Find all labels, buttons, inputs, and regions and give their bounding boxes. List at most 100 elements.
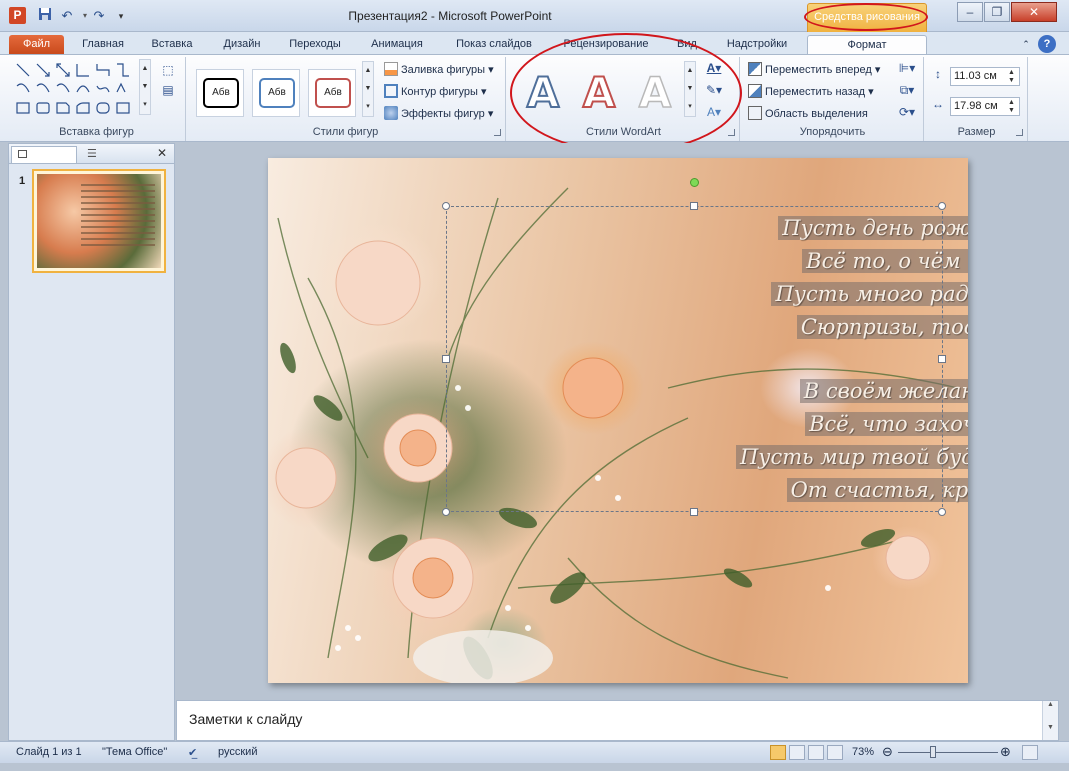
resize-handle-bottom[interactable] bbox=[690, 508, 698, 516]
width-field[interactable]: 17.98 см ▲ ▼ bbox=[950, 97, 1020, 116]
shape-style-3-sample: Абв bbox=[315, 78, 351, 108]
shape-style-1-sample: Абв bbox=[203, 78, 239, 108]
shape-fill-icon bbox=[384, 62, 398, 76]
shapes-gallery[interactable] bbox=[14, 61, 146, 121]
text-box-icon[interactable]: ▤ bbox=[160, 83, 176, 97]
tab-design[interactable]: Дизайн bbox=[212, 35, 272, 54]
tab-addins[interactable]: Надстройки bbox=[716, 35, 798, 54]
window-title: Презентация2 - Microsoft PowerPoint bbox=[348, 9, 552, 23]
resize-handle-top-left[interactable] bbox=[442, 202, 450, 210]
resize-handle-bottom-right[interactable] bbox=[938, 508, 946, 516]
tab-outline-icon[interactable]: ☰ bbox=[87, 147, 97, 160]
resize-handle-top-right[interactable] bbox=[938, 202, 946, 210]
highlight-ellipse bbox=[804, 3, 928, 31]
tab-slides[interactable] bbox=[11, 146, 77, 163]
rotate-icon[interactable]: ⟳▾ bbox=[896, 105, 918, 119]
send-backward-icon bbox=[748, 84, 762, 98]
slide-counter: Слайд 1 из 1 bbox=[16, 746, 82, 758]
group-size: ↕ 11.03 см ▲ ▼ ↔ 17.98 см ▲ ▼ Размер bbox=[926, 57, 1028, 141]
shape-effects-icon bbox=[384, 106, 398, 120]
group-label-arrange: Упорядочить bbox=[799, 126, 866, 138]
rotation-handle[interactable] bbox=[690, 178, 699, 187]
tab-file[interactable]: Файл bbox=[9, 35, 64, 54]
window-frame-bottom bbox=[0, 763, 1069, 771]
shape-styles-scroll[interactable]: ▲ ▼ ▾ bbox=[362, 61, 374, 117]
edit-shape-icon[interactable]: ⬚ bbox=[160, 63, 176, 77]
resize-handle-bottom-left[interactable] bbox=[442, 508, 450, 516]
shape-outline-label: Контур фигуры bbox=[401, 86, 478, 98]
status-bar: Слайд 1 из 1 "Тема Office" ✔̲ русский 73… bbox=[0, 741, 1069, 763]
minimize-ribbon-icon[interactable]: ⌃ bbox=[1019, 35, 1033, 54]
fit-to-window-icon[interactable] bbox=[1022, 745, 1038, 760]
normal-view-icon[interactable] bbox=[770, 745, 786, 760]
group-objects-icon[interactable]: ⧉▾ bbox=[896, 83, 918, 97]
selection-pane-icon bbox=[748, 106, 762, 120]
height-spinner[interactable]: ▲ ▼ bbox=[1008, 69, 1018, 85]
selection-pane-button[interactable]: Область выделения bbox=[748, 105, 868, 123]
shape-style-1[interactable]: Абв bbox=[196, 69, 244, 117]
slide-thumbnail-image bbox=[37, 174, 161, 268]
reading-view-icon[interactable] bbox=[808, 745, 824, 760]
close-button[interactable]: ✕ bbox=[1011, 2, 1057, 22]
size-launcher-icon[interactable] bbox=[1016, 129, 1023, 136]
slide-number: 1 bbox=[19, 175, 26, 187]
spellcheck-icon[interactable]: ✔̲ bbox=[188, 746, 197, 759]
language-indicator[interactable]: русский bbox=[218, 746, 257, 758]
shape-style-3[interactable]: Абв bbox=[308, 69, 356, 117]
notes-scrollbar[interactable]: ▲ ▼ bbox=[1042, 701, 1058, 740]
group-insert-shapes: ▲ ▼ ▾ ⬚ ▤ Вставка фигур bbox=[8, 57, 186, 141]
theme-name[interactable]: "Тема Office" bbox=[102, 746, 167, 758]
wordart-launcher-icon[interactable] bbox=[728, 129, 735, 136]
slideshow-icon[interactable] bbox=[827, 745, 843, 760]
send-backward-button[interactable]: Переместить назад ▾ bbox=[748, 83, 874, 101]
scroll-down-icon[interactable]: ▼ bbox=[1043, 724, 1058, 731]
slide-sorter-icon[interactable] bbox=[789, 745, 805, 760]
scroll-up-icon[interactable]: ▲ bbox=[1043, 701, 1058, 708]
group-arrange: Переместить вперед ▾ Переместить назад ▾… bbox=[742, 57, 924, 141]
close-pane-icon[interactable]: ✕ bbox=[157, 146, 167, 160]
zoom-out-icon[interactable]: ⊖ bbox=[882, 744, 893, 760]
tab-insert[interactable]: Вставка bbox=[142, 35, 202, 54]
shapes-gallery-scroll[interactable]: ▲ ▼ ▾ bbox=[139, 59, 151, 115]
resize-handle-top[interactable] bbox=[690, 202, 698, 210]
shape-outline-button[interactable]: Контур фигуры ▾ bbox=[384, 83, 487, 101]
title-bar: P ↶ ▾ ↷ ▾ Презентация2 - Microsoft Power… bbox=[0, 0, 1069, 33]
tab-slideshow[interactable]: Показ слайдов bbox=[446, 35, 542, 54]
bring-forward-label: Переместить вперед bbox=[765, 64, 872, 76]
height-field[interactable]: 11.03 см ▲ ▼ bbox=[950, 67, 1020, 86]
bring-forward-icon bbox=[748, 62, 762, 76]
shape-style-2[interactable]: Абв bbox=[252, 69, 300, 117]
zoom-level[interactable]: 73% bbox=[852, 746, 874, 758]
help-icon[interactable]: ? bbox=[1038, 35, 1056, 53]
selected-text-box[interactable] bbox=[446, 206, 943, 512]
ribbon-tabs: Файл Главная Вставка Дизайн Переходы Ани… bbox=[0, 32, 1069, 54]
tab-home[interactable]: Главная bbox=[72, 35, 134, 54]
resize-handle-left[interactable] bbox=[442, 355, 450, 363]
group-label-size: Размер bbox=[957, 126, 996, 138]
zoom-slider-thumb[interactable] bbox=[930, 746, 936, 758]
resize-handle-right[interactable] bbox=[938, 355, 946, 363]
shape-effects-button[interactable]: Эффекты фигур ▾ bbox=[384, 105, 493, 123]
tab-format[interactable]: Формат bbox=[807, 35, 927, 54]
notes-pane[interactable]: Заметки к слайду ▲ ▼ bbox=[176, 700, 1059, 741]
group-shape-styles: Абв Абв Абв ▲ ▼ ▾ Заливка фигуры ▾ Контур … bbox=[186, 57, 506, 141]
selection-pane-label: Область выделения bbox=[765, 108, 868, 120]
maximize-button[interactable]: ❐ bbox=[984, 2, 1010, 22]
zoom-in-icon[interactable]: ⊕ bbox=[1000, 744, 1011, 760]
bring-forward-button[interactable]: Переместить вперед ▾ bbox=[748, 61, 880, 79]
tab-transitions[interactable]: Переходы bbox=[280, 35, 350, 54]
zoom-slider-track[interactable] bbox=[898, 752, 998, 753]
slide-thumbnail[interactable] bbox=[32, 169, 166, 273]
width-spinner[interactable]: ▲ ▼ bbox=[1008, 99, 1018, 115]
slides-tab-icon bbox=[18, 150, 27, 158]
shape-styles-launcher-icon[interactable] bbox=[494, 129, 501, 136]
align-icon[interactable]: ⊫▾ bbox=[896, 61, 918, 75]
highlight-ellipse-wordart bbox=[510, 33, 742, 153]
group-label-insert-shapes: Вставка фигур bbox=[59, 126, 134, 138]
width-value: 17.98 см bbox=[954, 100, 998, 112]
shape-fill-button[interactable]: Заливка фигуры ▾ bbox=[384, 61, 494, 79]
notes-placeholder: Заметки к слайду bbox=[189, 711, 303, 727]
send-backward-label: Переместить назад bbox=[765, 86, 866, 98]
minimize-button[interactable]: – bbox=[957, 2, 983, 22]
tab-animation[interactable]: Анимация bbox=[360, 35, 434, 54]
